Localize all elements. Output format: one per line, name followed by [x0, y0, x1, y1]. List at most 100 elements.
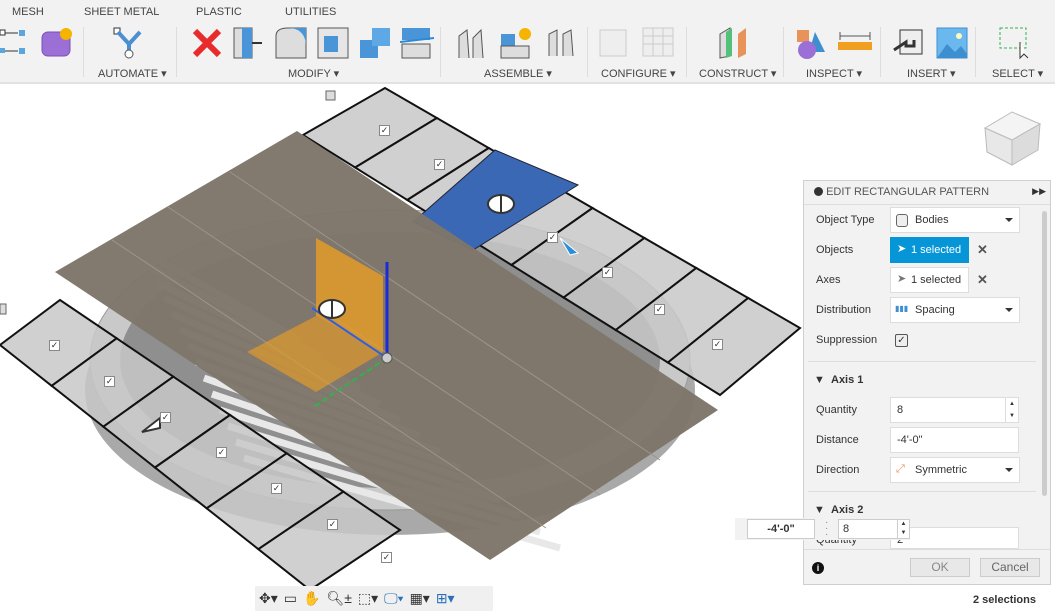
collapse-icon[interactable] — [814, 187, 823, 196]
construct-menu[interactable]: CONSTRUCT ▾ — [699, 67, 776, 80]
inspect-label: INSPECT — [806, 68, 854, 80]
axis1-direction-value: Symmetric — [915, 464, 967, 476]
objects-selection-button[interactable]: ➤ 1 selected — [890, 237, 969, 263]
delete-icon[interactable] — [190, 26, 224, 60]
mesh-create-icon[interactable] — [40, 26, 74, 60]
tile-suppression-checkbox[interactable]: ✓ — [160, 412, 171, 423]
axis1-quantity-label: Quantity — [816, 404, 857, 416]
tile-suppression-checkbox[interactable]: ✓ — [216, 447, 227, 458]
expand-icon[interactable]: ▶▶ — [1032, 186, 1046, 197]
ok-button[interactable]: OK — [910, 558, 970, 577]
floating-distance-value: -4'-0" — [767, 523, 795, 535]
tile-suppression-checkbox[interactable]: ✓ — [654, 304, 665, 315]
pan-icon[interactable]: ✋ — [303, 590, 320, 607]
tile-suppression-checkbox[interactable]: ✓ — [49, 340, 60, 351]
tab-utilities[interactable]: UTILITIES — [285, 6, 336, 18]
floating-distance-input[interactable]: -4'-0" — [747, 519, 815, 539]
inspect-menu[interactable]: INSPECT ▾ — [806, 67, 862, 80]
floating-quantity-input[interactable]: 8 ▲ ▼ — [838, 519, 910, 539]
tile-suppression-checkbox[interactable]: ✓ — [381, 552, 392, 563]
tile-suppression-checkbox[interactable]: ✓ — [602, 267, 613, 278]
construct-plane-icon[interactable] — [718, 26, 752, 60]
axis1-direction-dropdown[interactable]: ⤢ Symmetric — [890, 457, 1020, 483]
combine-icon[interactable] — [358, 26, 392, 60]
insert-menu[interactable]: INSERT ▾ — [907, 67, 956, 80]
fit-icon[interactable]: ⬚▾ — [358, 590, 378, 607]
face-manipulator-icon[interactable] — [487, 194, 515, 214]
axes-selection-button[interactable]: ➤ 1 selected — [890, 267, 969, 293]
shell-icon[interactable] — [316, 26, 350, 60]
drag-handle-icon[interactable]: · · · — [825, 518, 828, 540]
viewcube[interactable] — [983, 111, 1042, 166]
tab-sheet-metal[interactable]: SHEET METAL — [84, 6, 159, 18]
automate-menu[interactable]: AUTOMATE ▾ — [98, 67, 167, 80]
floating-quantity-value: 8 — [843, 523, 850, 535]
tile-suppression-checkbox[interactable]: ✓ — [271, 483, 282, 494]
clear-axes-button[interactable]: ✕ — [977, 272, 988, 288]
axis1-title: Axis 1 — [831, 374, 864, 386]
measure-icon[interactable] — [838, 26, 872, 60]
modify-menu[interactable]: MODIFY ▾ — [288, 67, 339, 80]
axis1-distance-input[interactable]: -4'-0" — [890, 427, 1019, 453]
axis1-quantity-input[interactable]: 8 ▲ ▼ — [890, 397, 1019, 423]
configuration-table-icon[interactable] — [641, 26, 675, 60]
tile-suppression-checkbox[interactable]: ✓ — [104, 376, 115, 387]
axis1-section-toggle[interactable]: ▼ Axis 1 — [814, 374, 863, 386]
configure-label: CONFIGURE — [601, 68, 667, 80]
info-icon[interactable]: i — [812, 562, 824, 574]
fillet-icon[interactable] — [274, 26, 308, 60]
axes-label: Axes — [816, 274, 841, 286]
dialog-scrollbar[interactable] — [1042, 211, 1047, 496]
display-settings-icon[interactable]: 🖵▾ — [384, 590, 403, 607]
tile-suppression-checkbox[interactable]: ✓ — [712, 339, 723, 350]
quantity-spinner[interactable]: ▲ ▼ — [1005, 398, 1018, 422]
axis2-section-toggle[interactable]: ▼ Axis 2 — [814, 504, 863, 516]
move-manipulator-icon[interactable] — [318, 299, 346, 319]
distribution-label: Distribution — [816, 304, 872, 316]
axis2-title: Axis 2 — [831, 504, 864, 516]
grid-settings-icon[interactable]: ▦▾ — [410, 590, 430, 607]
status-selections: 2 selections — [973, 594, 1036, 606]
select-menu[interactable]: SELECT ▾ — [992, 67, 1043, 80]
sketch-graph-icon[interactable] — [0, 26, 34, 60]
tile-suppression-checkbox[interactable]: ✓ — [547, 232, 558, 243]
automate-label: AUTOMATE — [98, 68, 159, 80]
objects-value: 1 selected — [911, 244, 962, 256]
as-built-joint-icon[interactable] — [545, 26, 579, 60]
tab-plastic[interactable]: PLASTIC — [196, 6, 242, 18]
joint-icon[interactable] — [457, 26, 491, 60]
body-icon — [896, 214, 908, 227]
split-body-icon[interactable] — [400, 26, 434, 60]
assemble-menu[interactable]: ASSEMBLE ▾ — [484, 67, 552, 80]
browser-toggle-icon[interactable] — [325, 90, 336, 101]
tile-suppression-checkbox[interactable]: ✓ — [327, 519, 338, 530]
origin-point[interactable] — [381, 352, 393, 364]
insert-derive-icon[interactable] — [892, 26, 926, 60]
new-component-icon[interactable] — [499, 26, 533, 60]
automate-icon[interactable] — [112, 26, 146, 60]
cancel-button[interactable]: Cancel — [980, 558, 1040, 577]
clear-objects-button[interactable]: ✕ — [977, 242, 988, 258]
orbit-icon[interactable]: ✥▾ — [259, 590, 278, 607]
object-type-dropdown[interactable]: Bodies — [890, 207, 1020, 233]
window-select-icon[interactable] — [998, 26, 1032, 60]
quantity-spinner[interactable]: ▲ ▼ — [897, 520, 909, 538]
axes-value: 1 selected — [911, 274, 962, 286]
viewports-icon[interactable]: ⊞▾ — [436, 590, 455, 607]
distribution-dropdown[interactable]: ▮▮▮ Spacing — [890, 297, 1020, 323]
object-type-label: Object Type — [816, 214, 875, 226]
suppression-checkbox[interactable]: ✓ — [895, 334, 908, 347]
tile-suppression-checkbox[interactable]: ✓ — [379, 125, 390, 136]
objects-label: Objects — [816, 244, 854, 256]
axis1-quantity-value: 8 — [897, 404, 904, 416]
press-pull-icon[interactable] — [232, 26, 266, 60]
look-at-icon[interactable]: ▭ — [284, 590, 297, 607]
side-panel-toggle-icon[interactable] — [0, 303, 7, 315]
configure-menu[interactable]: CONFIGURE ▾ — [601, 67, 676, 80]
configure-icon[interactable] — [598, 26, 632, 60]
tab-mesh[interactable]: MESH — [12, 6, 44, 18]
tile-suppression-checkbox[interactable]: ✓ — [434, 159, 445, 170]
canvas-image-icon[interactable] — [935, 26, 969, 60]
zoom-icon[interactable]: 🔍︎± — [326, 590, 351, 607]
interference-icon[interactable] — [795, 26, 829, 60]
